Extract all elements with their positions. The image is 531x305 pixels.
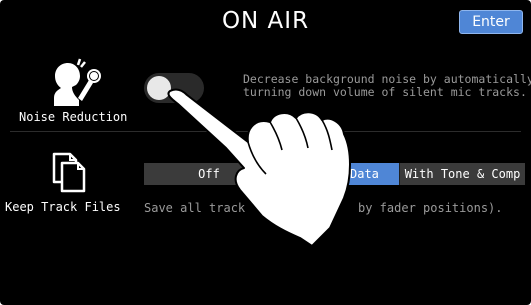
pointing-hand-icon bbox=[167, 88, 351, 247]
on-air-screen: ON AIR Enter Noise Reduction Decrease ba… bbox=[0, 0, 531, 305]
